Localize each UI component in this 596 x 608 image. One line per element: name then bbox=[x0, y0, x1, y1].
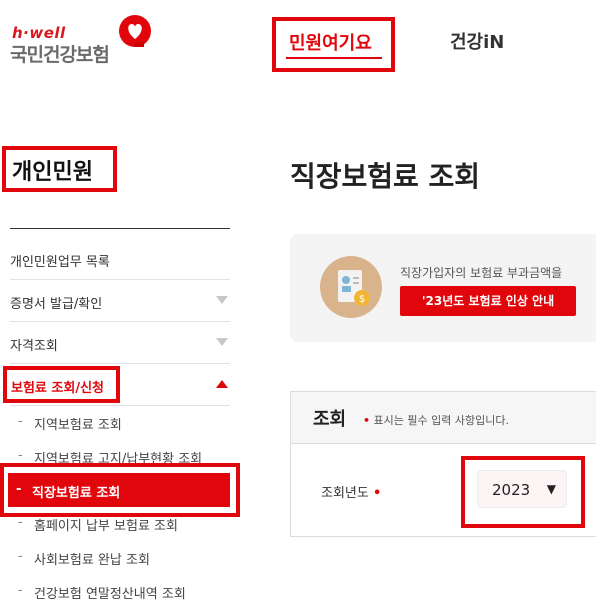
submenu-item-label: 사회보험료 완납 조회 bbox=[34, 553, 150, 568]
required-mark: • bbox=[363, 414, 371, 427]
submenu-dash: - bbox=[18, 414, 23, 429]
submenu-item-label: 직장보험료 조회 bbox=[32, 486, 121, 501]
required-note: • 표시는 필수 입력 사항입니다. bbox=[363, 412, 509, 428]
sidebar-item-eligibility[interactable]: 자격조회 bbox=[10, 322, 230, 364]
chevron-down-icon bbox=[216, 296, 228, 304]
year-select[interactable]: 2023 ▼ bbox=[477, 470, 567, 508]
submenu-item-label: 홈페이지 납부 보험료 조회 bbox=[34, 519, 178, 534]
sidebar-title-highlight: 개인민원 bbox=[2, 146, 117, 192]
required-note-text: 표시는 필수 입력 사항입니다. bbox=[373, 414, 509, 427]
query-header: 조회 • 표시는 필수 입력 사항입니다. bbox=[291, 392, 596, 444]
logo-name: 국민건강보험 bbox=[10, 44, 110, 66]
submenu-dash: - bbox=[18, 549, 23, 564]
sidebar-item-premium-highlight[interactable]: 보험료 조회/신청 bbox=[3, 366, 120, 403]
info-text: 직장가입자의 보험료 부과금액을 bbox=[400, 266, 563, 280]
submenu-item-label: 건강보험 연말정산내역 조회 bbox=[34, 587, 186, 602]
info-box: $ 직장가입자의 보험료 부과금액을 '23년도 보험료 인상 안내 bbox=[290, 234, 596, 342]
sidebar-divider bbox=[10, 228, 230, 229]
sidebar-item-label: 보험료 조회/신청 bbox=[11, 381, 104, 396]
submenu-dash: - bbox=[18, 448, 23, 463]
chevron-down-icon: ▼ bbox=[546, 482, 556, 496]
sidebar-item-label: 개인민원업무 목록 bbox=[10, 255, 110, 270]
nav-item-label: 민원여기요 bbox=[289, 33, 372, 54]
sidebar-item-label: 증명서 발급/확인 bbox=[10, 297, 103, 312]
submenu-dash: - bbox=[18, 515, 23, 530]
submenu-dash: - bbox=[18, 583, 23, 598]
nav-item-civil-service[interactable]: 민원여기요 bbox=[272, 17, 395, 72]
sidebar-item-certificate[interactable]: 증명서 발급/확인 bbox=[10, 280, 230, 322]
logo[interactable]: h·well 국민건강보험 bbox=[10, 14, 160, 66]
sidebar-item-label: 자격조회 bbox=[10, 339, 58, 354]
year-select-value: 2023 bbox=[492, 481, 531, 499]
heart-logo-icon bbox=[119, 15, 151, 47]
sidebar-title: 개인민원 bbox=[12, 160, 93, 185]
submenu-item-workplace-premium[interactable]: - 직장보험료 조회 bbox=[8, 473, 230, 507]
page-title: 직장보험료 조회 bbox=[290, 160, 481, 193]
chevron-up-icon bbox=[216, 380, 228, 388]
sidebar-item-service-list[interactable]: 개인민원업무 목록 bbox=[10, 238, 230, 280]
query-heading: 조회 bbox=[313, 409, 347, 430]
premium-increase-guide-button[interactable]: '23년도 보험료 인상 안내 bbox=[400, 286, 576, 316]
nav-item-health-in[interactable]: 건강iN bbox=[450, 28, 504, 54]
nav-active-underline bbox=[286, 57, 382, 59]
document-coin-icon: $ bbox=[320, 256, 382, 318]
svg-text:$: $ bbox=[359, 294, 365, 305]
chevron-down-icon bbox=[216, 338, 228, 346]
year-label-text: 조회년도 bbox=[321, 486, 369, 501]
year-label: 조회년도 • bbox=[321, 482, 381, 501]
submenu-dash: - bbox=[16, 482, 22, 497]
required-mark: • bbox=[372, 486, 382, 501]
submenu-item-label: 지역보험료 조회 bbox=[34, 418, 122, 433]
